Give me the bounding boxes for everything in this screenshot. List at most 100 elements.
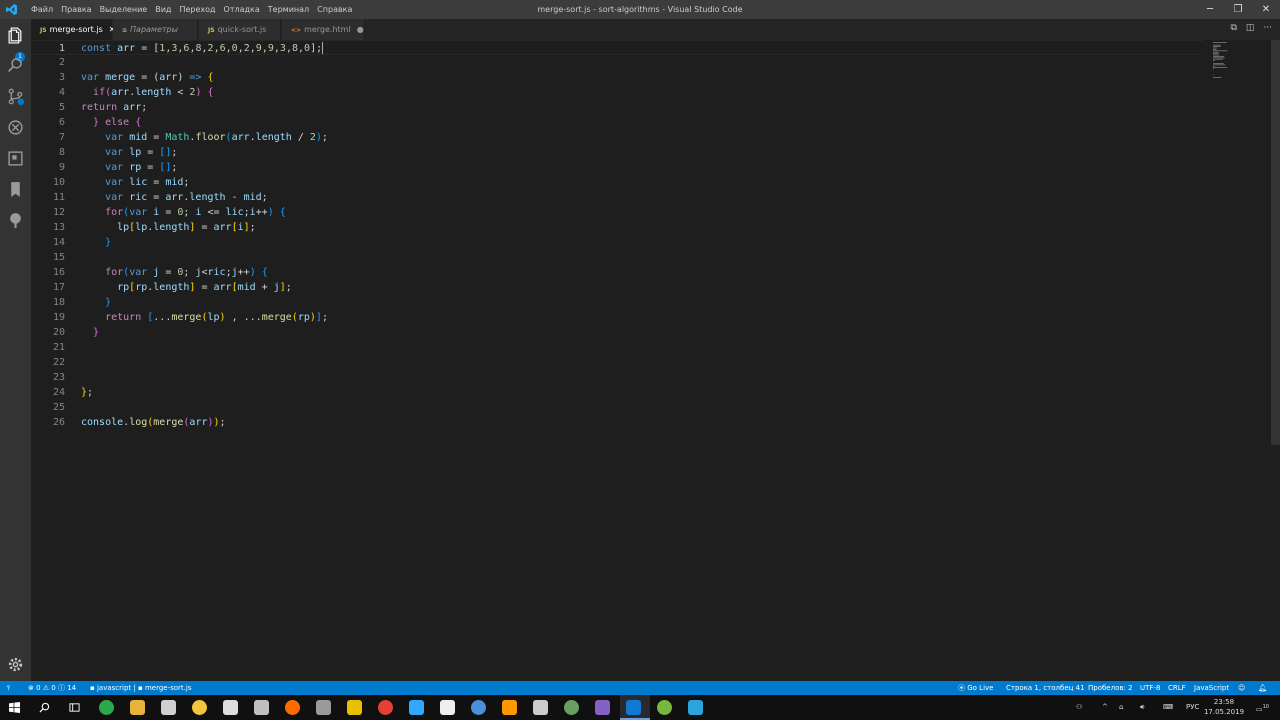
code-line[interactable]: 18 } — [31, 295, 1203, 310]
disk-icon[interactable] — [471, 700, 486, 715]
menu-edit[interactable]: Правка — [57, 0, 95, 19]
end-of-line[interactable]: CRLF — [1168, 681, 1186, 695]
tab-merge-html[interactable]: <> merge.html ● — [282, 19, 365, 40]
explorer-icon[interactable] — [7, 27, 24, 44]
tree-icon[interactable] — [7, 212, 24, 229]
code-line[interactable]: 7 var mid = Math.floor(arr.length / 2); — [31, 130, 1203, 145]
menu-go[interactable]: Переход — [175, 0, 219, 19]
code-line[interactable]: 5 return arr; — [31, 100, 1203, 115]
code-line[interactable]: 21 — [31, 340, 1203, 355]
code-line[interactable]: 22 — [31, 355, 1203, 370]
code-line[interactable]: 14 } — [31, 235, 1203, 250]
code-line[interactable]: 20 } — [31, 325, 1203, 340]
code-line[interactable]: 6 } else { — [31, 115, 1203, 130]
tab-settings[interactable]: ≡ Параметры — [113, 19, 198, 40]
js-file-icon: JS — [208, 27, 215, 34]
tab-quick-sort[interactable]: JS quick-sort.js — [199, 19, 281, 40]
visual-studio-icon[interactable] — [595, 700, 610, 715]
people-icon[interactable]: ⚇ — [1076, 695, 1082, 720]
go-live-button[interactable]: ⦿ Go Live — [958, 681, 993, 695]
code-line[interactable]: 11 var ric = arr.length - mid; — [31, 190, 1203, 205]
menu-terminal[interactable]: Терминал — [264, 0, 313, 19]
remote-icon[interactable]: ⫯ — [7, 681, 10, 695]
chrome-icon[interactable] — [378, 700, 393, 715]
extensions-icon[interactable] — [7, 150, 24, 167]
menu-view[interactable]: Вид — [151, 0, 175, 19]
more-actions-icon[interactable]: ··· — [1263, 23, 1272, 33]
code-line[interactable]: 4 if(arr.length < 2) { — [31, 85, 1203, 100]
code-line[interactable]: 25 — [31, 400, 1203, 415]
node-icon[interactable] — [564, 700, 579, 715]
menu-help[interactable]: Справка — [313, 0, 356, 19]
code-line[interactable]: 8 var lp = []; — [31, 145, 1203, 160]
menu-debug[interactable]: Отладка — [220, 0, 264, 19]
problems-indicator[interactable]: ⊗ 0 ⚠ 0 ⓘ 14 — [28, 681, 76, 695]
vscode-icon[interactable] — [626, 700, 641, 715]
language-mode[interactable]: JavaScript — [1194, 681, 1229, 695]
code-line[interactable]: 12 for(var i = 0; i <= lic;i++) { — [31, 205, 1203, 220]
code-line[interactable]: 16 for(var j = 0; j<ric;j++) { — [31, 265, 1203, 280]
menu-selection[interactable]: Выделение — [96, 0, 152, 19]
tab-merge-sort[interactable]: JSmerge-sort.js✕ — [31, 19, 115, 40]
python-icon[interactable] — [192, 700, 207, 715]
split-editor-icon[interactable]: ◫ — [1246, 23, 1255, 33]
encoding[interactable]: UTF-8 — [1140, 681, 1160, 695]
menu-file[interactable]: Файл — [27, 0, 57, 19]
close-window-button[interactable]: ✕ — [1246, 0, 1280, 19]
open-changes-icon[interactable]: ⧉ — [1230, 23, 1236, 33]
code-line[interactable]: 23 — [31, 370, 1203, 385]
settings-gear-icon[interactable] — [7, 656, 24, 673]
unsaved-dot-icon[interactable]: ● — [357, 25, 364, 34]
telegram-icon[interactable] — [688, 700, 703, 715]
notifications-bell-icon[interactable]: 🔔︎ — [1258, 681, 1267, 695]
windows-start-icon[interactable] — [9, 702, 20, 713]
volume-icon[interactable]: 🔊︎ — [1140, 695, 1144, 720]
cloud-icon[interactable] — [533, 700, 548, 715]
chrome-green-icon[interactable] — [99, 700, 114, 715]
code-line[interactable]: 19 return [...merge(lp) , ...merge(rp)]; — [31, 310, 1203, 325]
network-icon[interactable]: ⌂ — [1119, 695, 1123, 720]
minimap[interactable] — [1211, 40, 1271, 80]
code-line[interactable]: 26 console.log(merge(arr)); — [31, 415, 1203, 430]
ball-icon[interactable] — [347, 700, 362, 715]
utorrent-icon[interactable] — [657, 700, 672, 715]
document-icon[interactable] — [223, 700, 238, 715]
code-line[interactable]: 3 var merge = (arr) => { — [31, 70, 1203, 85]
keyboard-icon[interactable]: ⌨ — [1163, 695, 1173, 720]
indentation[interactable]: Пробелов: 2 — [1088, 681, 1133, 695]
search-taskbar-icon[interactable] — [39, 702, 50, 713]
action-center-icon[interactable]: ▭10 — [1256, 695, 1269, 720]
task-view-icon[interactable] — [69, 702, 80, 713]
file-explorer-icon[interactable] — [130, 700, 145, 715]
cursor-position[interactable]: Строка 1, столбец 41 — [1006, 681, 1085, 695]
x-app-icon[interactable] — [440, 700, 455, 715]
steam-icon[interactable] — [161, 700, 176, 715]
bookmark-icon[interactable] — [7, 181, 24, 198]
code-line[interactable]: 15 — [31, 250, 1203, 265]
debug-icon[interactable] — [7, 119, 24, 136]
code-editor[interactable]: 1 const arr = [1,3,6,8,2,6,0,2,9,9,3,8,0]… — [31, 40, 1280, 681]
text-cursor — [322, 42, 324, 54]
search-icon[interactable] — [7, 57, 24, 74]
code-line[interactable]: 10 var lic = mid; — [31, 175, 1203, 190]
cube-icon[interactable] — [254, 700, 269, 715]
line-number: 9 — [58, 162, 65, 173]
code-line[interactable]: 2 — [31, 55, 1203, 70]
photoshop-icon[interactable] — [409, 700, 424, 715]
window-icon[interactable] — [316, 700, 331, 715]
sync-icon[interactable] — [285, 700, 300, 715]
breadcrumb-status[interactable]: ▪ javascript | ▪ merge-sort.js — [90, 681, 192, 695]
source-control-icon[interactable] — [7, 88, 24, 105]
tray-chevron-icon[interactable]: ^ — [1102, 695, 1108, 720]
code-line[interactable]: 13 lp[lp.length] = arr[i]; — [31, 220, 1203, 235]
vertical-scrollbar[interactable] — [1271, 40, 1280, 445]
code-line[interactable]: 9 var rp = []; — [31, 160, 1203, 175]
code-line[interactable]: 1 const arr = [1,3,6,8,2,6,0,2,9,9,3,8,0]… — [31, 40, 1203, 55]
line-number: 12 — [52, 207, 65, 218]
code-line[interactable]: 17 rp[rp.length] = arr[mid + j]; — [31, 280, 1203, 295]
minimap-line — [1213, 51, 1219, 53]
sublime-icon[interactable] — [502, 700, 517, 715]
system-clock[interactable]: 23:58 17.05.2019 — [1198, 697, 1250, 717]
feedback-smiley-icon[interactable]: ☺ — [1238, 681, 1245, 695]
code-line[interactable]: 24}; — [31, 385, 1203, 400]
